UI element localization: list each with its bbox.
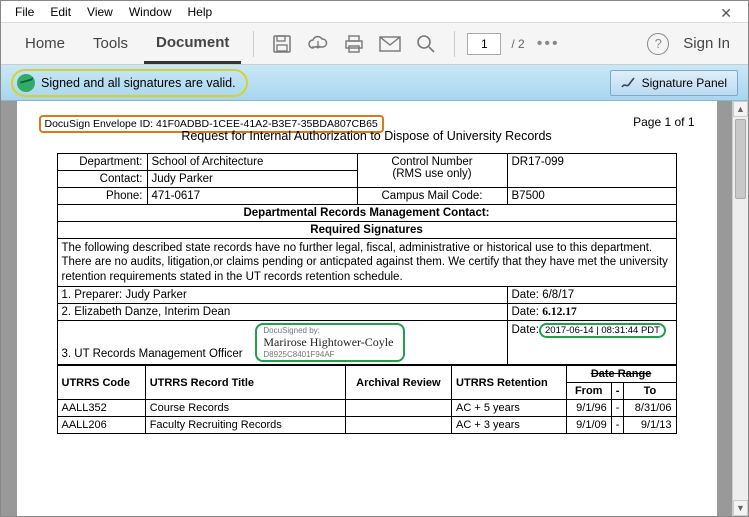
mail-icon[interactable] (374, 28, 406, 60)
col-utrrs-code: UTRRS Code (57, 366, 145, 400)
menu-view[interactable]: View (79, 3, 121, 21)
col-from: From (566, 383, 611, 400)
col-retention: UTRRS Retention (452, 366, 567, 400)
value-phone: 471-0617 (147, 188, 357, 205)
section-required-signatures: Required Signatures (57, 222, 676, 239)
label-drmc: Departmental Records Management Contact: (57, 205, 676, 222)
pdf-page: Page 1 of 1 DocuSign Envelope ID: 41F0AD… (17, 101, 717, 516)
cell: Course Records (145, 400, 345, 417)
records-grid: UTRRS Code UTRRS Record Title Archival R… (57, 365, 677, 434)
page-indicator: Page 1 of 1 (633, 115, 694, 129)
page-total: / 2 (511, 37, 524, 51)
cell: AC + 5 years (452, 400, 567, 417)
col-dash: - (611, 383, 624, 400)
print-icon[interactable] (338, 28, 370, 60)
signature-panel-label: Signature Panel (642, 76, 727, 90)
page-number-input[interactable] (467, 33, 501, 55)
tab-document[interactable]: Document (144, 24, 241, 64)
cell: 9/1/96 (566, 400, 611, 417)
more-icon[interactable]: ••• (529, 35, 568, 53)
menu-file[interactable]: File (7, 3, 42, 21)
cell: Faculty Recruiting Records (145, 417, 345, 434)
cell: 8/31/06 (624, 400, 676, 417)
cell: 9/1/13 (624, 417, 676, 434)
cell: 9/1/09 (566, 417, 611, 434)
menu-help[interactable]: Help (180, 3, 221, 21)
records-officer-date: Date:2017-06-14 | 08:31:44 PDT (507, 321, 676, 365)
scroll-up-icon[interactable]: ▲ (733, 101, 748, 117)
table-row: AALL206 Faculty Recruiting Records AC + … (57, 417, 676, 434)
pen-icon (621, 76, 637, 90)
document-viewport[interactable]: Page 1 of 1 DocuSign Envelope ID: 41F0AD… (1, 101, 732, 516)
cell: AALL352 (57, 400, 145, 417)
close-icon[interactable]: ✕ (712, 3, 740, 24)
cloud-icon[interactable] (302, 28, 334, 60)
col-record-title: UTRRS Record Title (145, 366, 345, 400)
signature-status-text: Signed and all signatures are valid. (41, 76, 236, 90)
signature-check-icon (17, 74, 35, 92)
value-control-number: DR17-099 (507, 154, 676, 188)
header-form-table: Department: School of Architecture Contr… (57, 153, 677, 365)
col-to: To (624, 383, 676, 400)
save-icon[interactable] (266, 28, 298, 60)
records-officer-row: 3. UT Records Management Officer DocuSig… (57, 321, 507, 365)
label-contact: Contact: (57, 171, 147, 188)
scroll-thumb[interactable] (735, 119, 746, 199)
toolbar: Home Tools Document / 2 ••• ? Sign In (1, 23, 748, 65)
cell (345, 400, 451, 417)
dean-date: Date: 6.12.17 (507, 304, 676, 321)
cell: - (611, 417, 624, 434)
search-icon[interactable] (410, 28, 442, 60)
help-icon[interactable]: ? (647, 33, 669, 55)
signature-status-bar: Signed and all signatures are valid. Sig… (1, 65, 748, 101)
cell: AC + 3 years (452, 417, 567, 434)
signature-panel-button[interactable]: Signature Panel (610, 70, 738, 96)
menu-window[interactable]: Window (121, 3, 180, 21)
col-date-range: Date Range (566, 366, 676, 383)
signature-valid-message: Signed and all signatures are valid. (11, 69, 248, 97)
separator (253, 31, 254, 57)
signature-name: Marirose Hightower-Coyle (263, 335, 393, 349)
preparer-row: 1. Preparer: Judy Parker (57, 287, 507, 304)
table-row: AALL352 Course Records AC + 5 years 9/1/… (57, 400, 676, 417)
value-contact: Judy Parker (147, 171, 357, 188)
scroll-down-icon[interactable]: ▼ (733, 500, 748, 516)
value-mail-code: B7500 (507, 188, 676, 205)
cell: AALL206 (57, 417, 145, 434)
cell (345, 417, 451, 434)
docusign-signature: DocuSigned by: Marirose Hightower-Coyle … (255, 323, 405, 362)
label-mail-code: Campus Mail Code: (357, 188, 507, 205)
col-archival: Archival Review (345, 366, 451, 400)
vertical-scrollbar[interactable]: ▲ ▼ (732, 101, 748, 516)
value-department: School of Architecture (147, 154, 357, 171)
sign-in-button[interactable]: Sign In (683, 35, 730, 52)
menu-edit[interactable]: Edit (42, 3, 79, 21)
certification-paragraph: The following described state records ha… (57, 239, 676, 287)
tab-home[interactable]: Home (13, 25, 77, 62)
tab-tools[interactable]: Tools (81, 25, 140, 62)
menu-bar: File Edit View Window Help ✕ (1, 1, 748, 23)
label-phone: Phone: (57, 188, 147, 205)
label-control-number: Control Number(RMS use only) (357, 154, 507, 188)
dean-row: 2. Elizabeth Danze, Interim Dean (57, 304, 507, 321)
cell: - (611, 400, 624, 417)
preparer-date: Date: 6/8/17 (507, 287, 676, 304)
separator (454, 31, 455, 57)
label-department: Department: (57, 154, 147, 171)
